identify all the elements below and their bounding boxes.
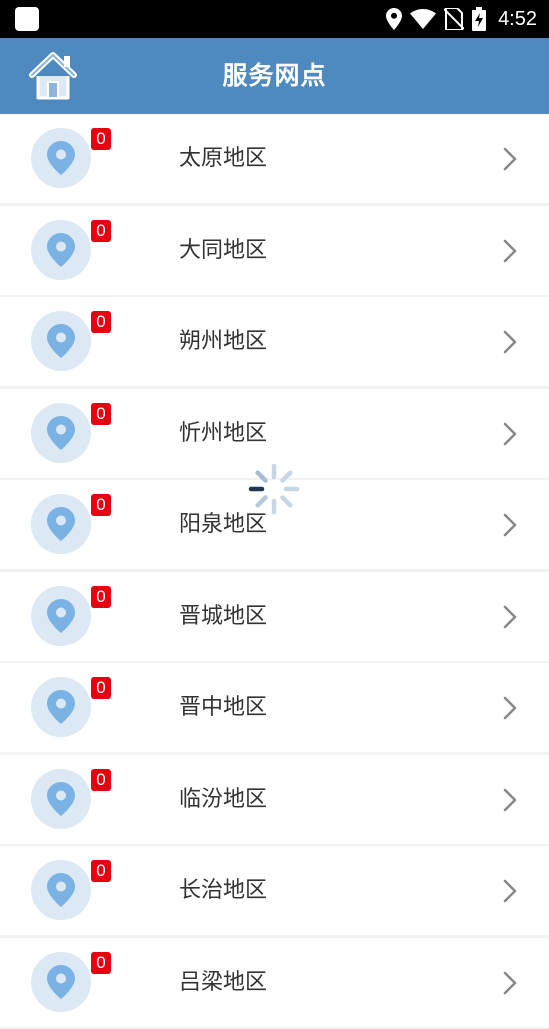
- list-item[interactable]: 0 临汾地区: [0, 754, 549, 844]
- count-badge: 0: [91, 860, 111, 882]
- status-bar: 4:52: [0, 0, 549, 38]
- status-time: 4:52: [498, 7, 537, 30]
- count-badge: 0: [91, 494, 111, 516]
- location-pin-icon: [31, 128, 91, 188]
- region-label: 晋中地区: [179, 695, 268, 720]
- list-item[interactable]: 0 晋中地区: [0, 663, 549, 752]
- region-label: 大同地区: [179, 237, 268, 263]
- location-pin-icon: [31, 219, 91, 280]
- list-item[interactable]: 0 大同地区: [0, 205, 549, 295]
- no-sim-icon: [444, 8, 465, 30]
- location-pin-icon: [31, 311, 91, 371]
- wifi-icon: [410, 9, 437, 29]
- location-icon: [386, 8, 403, 30]
- battery-charging-icon: [472, 7, 487, 31]
- list-item[interactable]: 0 晋城地区: [0, 571, 549, 661]
- count-badge: 0: [91, 677, 111, 699]
- chevron-right-icon: [503, 971, 517, 994]
- page-title: 服务网点: [222, 61, 327, 90]
- count-badge: 0: [91, 768, 111, 791]
- location-pin-icon: [31, 951, 91, 1012]
- location-pin-icon: [31, 677, 91, 737]
- list-item[interactable]: 0 太原地区: [0, 114, 549, 203]
- app-header: 服务网点: [0, 38, 549, 114]
- location-pin-icon: [31, 402, 91, 463]
- region-label: 吕梁地区: [179, 969, 268, 995]
- list-item[interactable]: 0 吕梁地区: [0, 937, 549, 1027]
- region-label: 晋城地区: [179, 603, 268, 629]
- status-icons: 4:52: [386, 0, 537, 38]
- chevron-right-icon: [503, 605, 517, 628]
- location-pin-icon: [31, 768, 91, 829]
- count-badge: 0: [91, 219, 111, 242]
- count-badge: 0: [91, 128, 111, 150]
- list-item[interactable]: 0 长治地区: [0, 846, 549, 935]
- count-badge: 0: [91, 311, 111, 333]
- location-pin-icon: [31, 585, 91, 646]
- loading-spinner-icon: [248, 463, 300, 515]
- chevron-right-icon: [503, 513, 517, 537]
- region-label: 太原地区: [179, 146, 268, 171]
- region-label: 朔州地区: [179, 329, 268, 354]
- chevron-right-icon: [503, 788, 517, 811]
- count-badge: 0: [91, 402, 111, 425]
- count-badge: 0: [91, 585, 111, 608]
- location-pin-icon: [31, 860, 91, 920]
- region-label: 长治地区: [179, 878, 268, 903]
- location-pin-icon: [31, 494, 91, 554]
- list-item[interactable]: 0 朔州地区: [0, 297, 549, 386]
- chevron-right-icon: [503, 879, 517, 903]
- app-notification-icon: [15, 7, 39, 31]
- region-label: 临汾地区: [179, 786, 268, 812]
- chevron-right-icon: [503, 330, 517, 354]
- count-badge: 0: [91, 951, 111, 974]
- chevron-right-icon: [503, 147, 517, 171]
- chevron-right-icon: [503, 422, 517, 445]
- chevron-right-icon: [503, 696, 517, 720]
- chevron-right-icon: [503, 239, 517, 262]
- region-list: 0 太原地区 0 大同地区 0 朔州地区 0 忻州地区 0 阳泉地区 0 晋城地…: [0, 114, 549, 1029]
